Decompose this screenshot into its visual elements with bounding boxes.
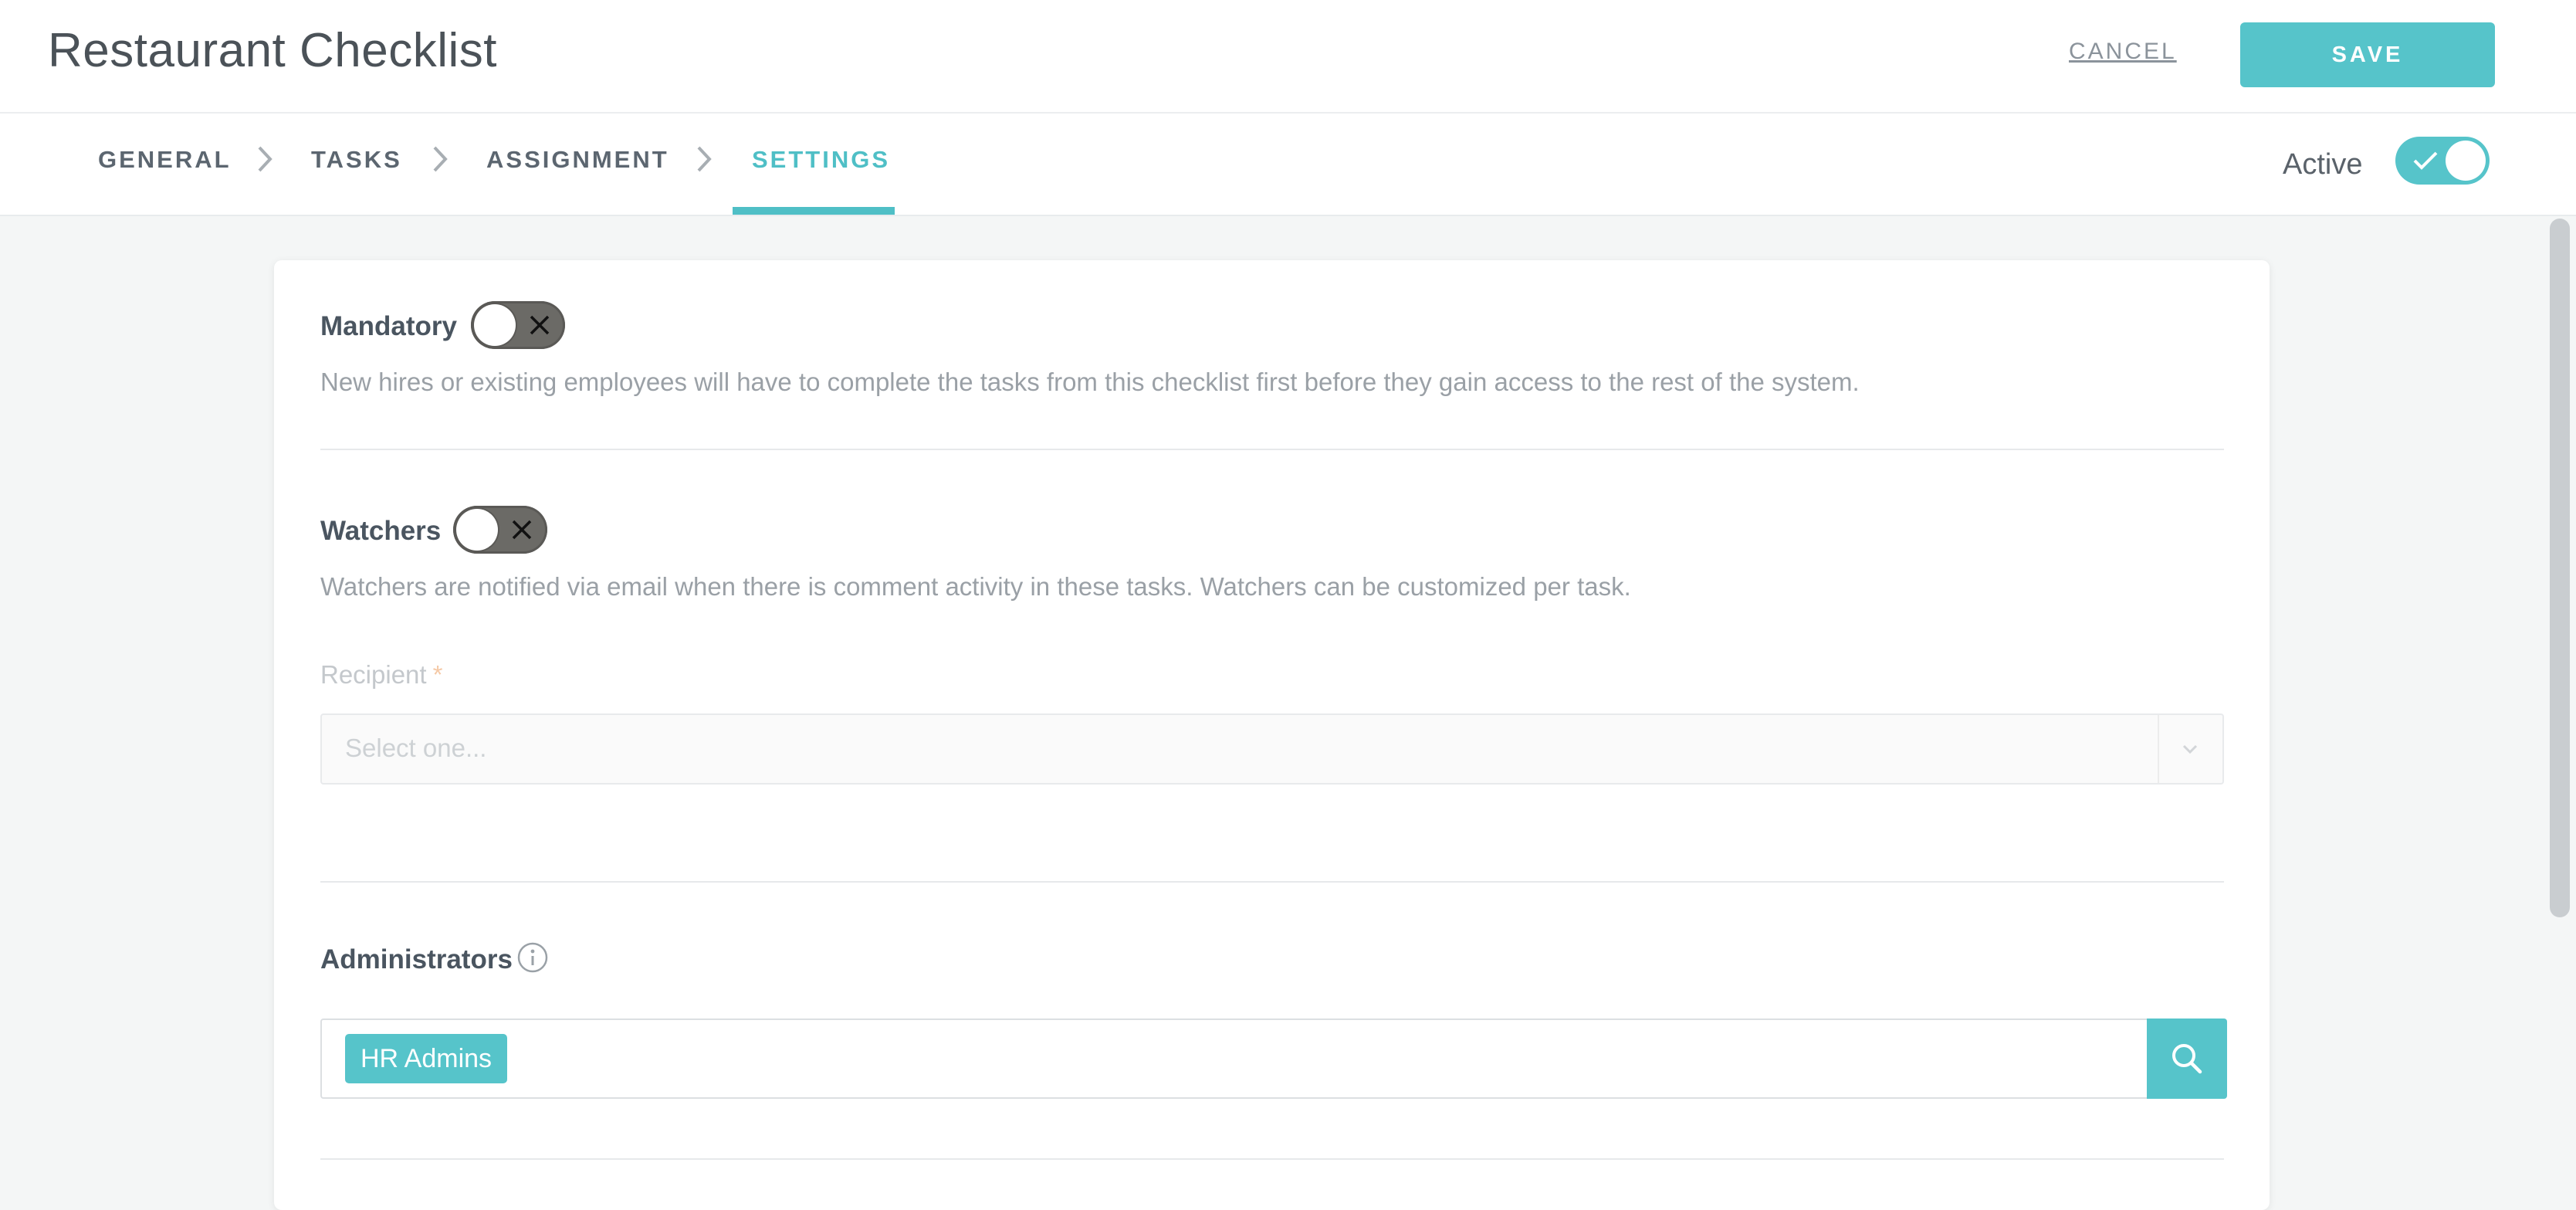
save-button[interactable]: SAVE [2240, 22, 2495, 87]
top-bar: Restaurant Checklist CANCEL SAVE [0, 0, 2576, 114]
recipient-placeholder: Select one... [345, 734, 487, 762]
chevron-right-icon [697, 146, 712, 172]
mandatory-label: Mandatory [320, 311, 457, 341]
administrators-input[interactable]: HR Admins [320, 1019, 2151, 1099]
settings-card: Mandatory New hires or existing employee… [274, 260, 2270, 1210]
watchers-label: Watchers [320, 516, 442, 546]
toggle-knob [2446, 141, 2486, 181]
mandatory-toggle[interactable] [471, 301, 565, 349]
watchers-toggle[interactable] [453, 506, 547, 554]
active-step-indicator [733, 207, 895, 215]
step-settings[interactable]: SETTINGS [752, 146, 890, 174]
x-icon [512, 520, 532, 540]
page-scrollbar[interactable] [2550, 219, 2570, 917]
required-asterisk: * [432, 660, 443, 689]
search-button[interactable] [2147, 1019, 2227, 1099]
toggle-knob [456, 509, 498, 551]
active-toggle[interactable] [2395, 137, 2490, 185]
divider [320, 449, 2224, 450]
step-navigation: GENERAL TASKS ASSIGNMENT SETTINGS Active [0, 114, 2576, 216]
chevron-right-icon [433, 146, 448, 172]
step-assignment[interactable]: ASSIGNMENT [486, 146, 669, 174]
cancel-button[interactable]: CANCEL [2069, 39, 2177, 65]
recipient-label: Recipient * [320, 660, 442, 690]
step-tasks[interactable]: TASKS [311, 146, 402, 174]
active-label: Active [2283, 148, 2363, 181]
administrator-tag[interactable]: HR Admins [345, 1034, 508, 1083]
check-icon [2413, 151, 2438, 170]
administrators-label: Administrators [320, 944, 513, 974]
chevron-down-icon[interactable] [2179, 738, 2201, 760]
x-icon [530, 315, 550, 335]
watchers-description: Watchers are notified via email when the… [320, 572, 1631, 601]
recipient-label-text: Recipient [320, 660, 427, 689]
divider [320, 1158, 2224, 1160]
search-icon [2172, 1044, 2202, 1074]
step-general[interactable]: GENERAL [98, 146, 232, 174]
toggle-knob [474, 304, 516, 346]
page-title: Restaurant Checklist [48, 24, 498, 77]
select-separator [2158, 715, 2159, 783]
chevron-right-icon [258, 146, 272, 172]
divider [320, 881, 2224, 883]
info-icon[interactable] [516, 941, 549, 974]
recipient-select[interactable]: Select one... [320, 713, 2224, 785]
mandatory-description: New hires or existing employees will hav… [320, 368, 1860, 396]
